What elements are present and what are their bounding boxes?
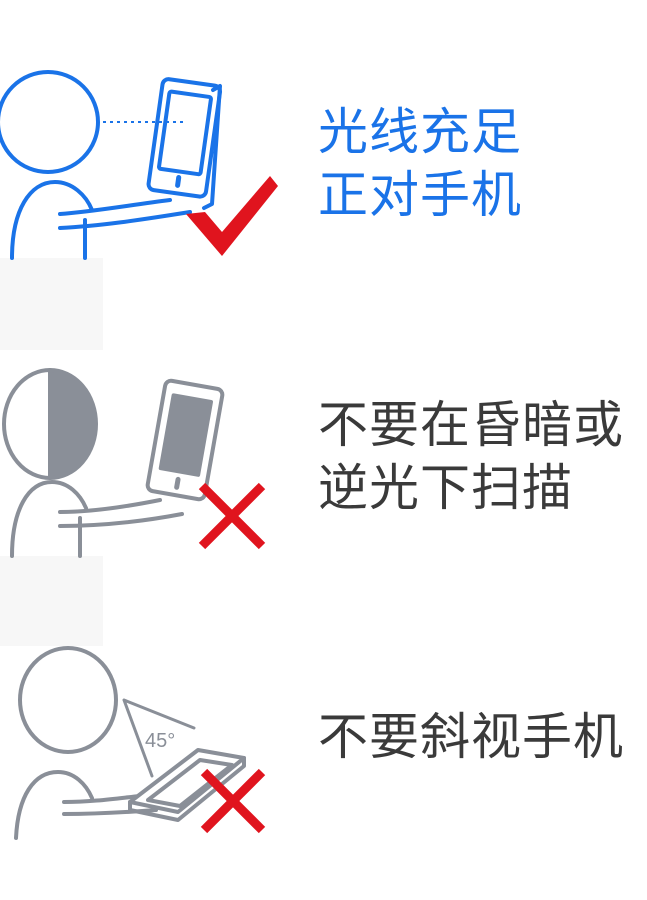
cross-icon	[198, 482, 266, 550]
half-shaded-head-icon	[50, 370, 96, 478]
tip-section-correct: 光线充足 正对手机	[0, 0, 647, 300]
caption-line: 光线充足	[318, 103, 522, 161]
tip-caption-dim-light: 不要在昏暗或 逆光下扫描	[318, 394, 624, 520]
tip-caption-tilted: 不要斜视手机	[318, 706, 624, 769]
tip-section-tilted: 45° 不要斜视手机	[0, 600, 647, 840]
head-icon	[18, 646, 118, 754]
body-outline	[10, 180, 94, 260]
caption-line: 正对手机	[318, 166, 522, 224]
caption-line: 逆光下扫描	[318, 459, 573, 517]
phone-icon	[145, 378, 225, 502]
caption-line: 不要在昏暗或	[318, 396, 624, 454]
person-in-dim-light-illustration	[2, 368, 266, 558]
caption-line: 不要斜视手机	[318, 708, 624, 766]
cross-icon	[200, 768, 266, 834]
tip-section-dim-light: 不要在昏暗或 逆光下扫描	[0, 300, 647, 600]
person-facing-phone-illustration	[0, 70, 278, 260]
angle-label: 45°	[145, 730, 176, 752]
arm-outline	[58, 198, 172, 216]
phone-icon	[146, 77, 223, 199]
tip-caption-correct: 光线充足 正对手机	[318, 101, 522, 227]
checkmark-icon	[186, 176, 278, 256]
head-icon	[0, 70, 100, 174]
